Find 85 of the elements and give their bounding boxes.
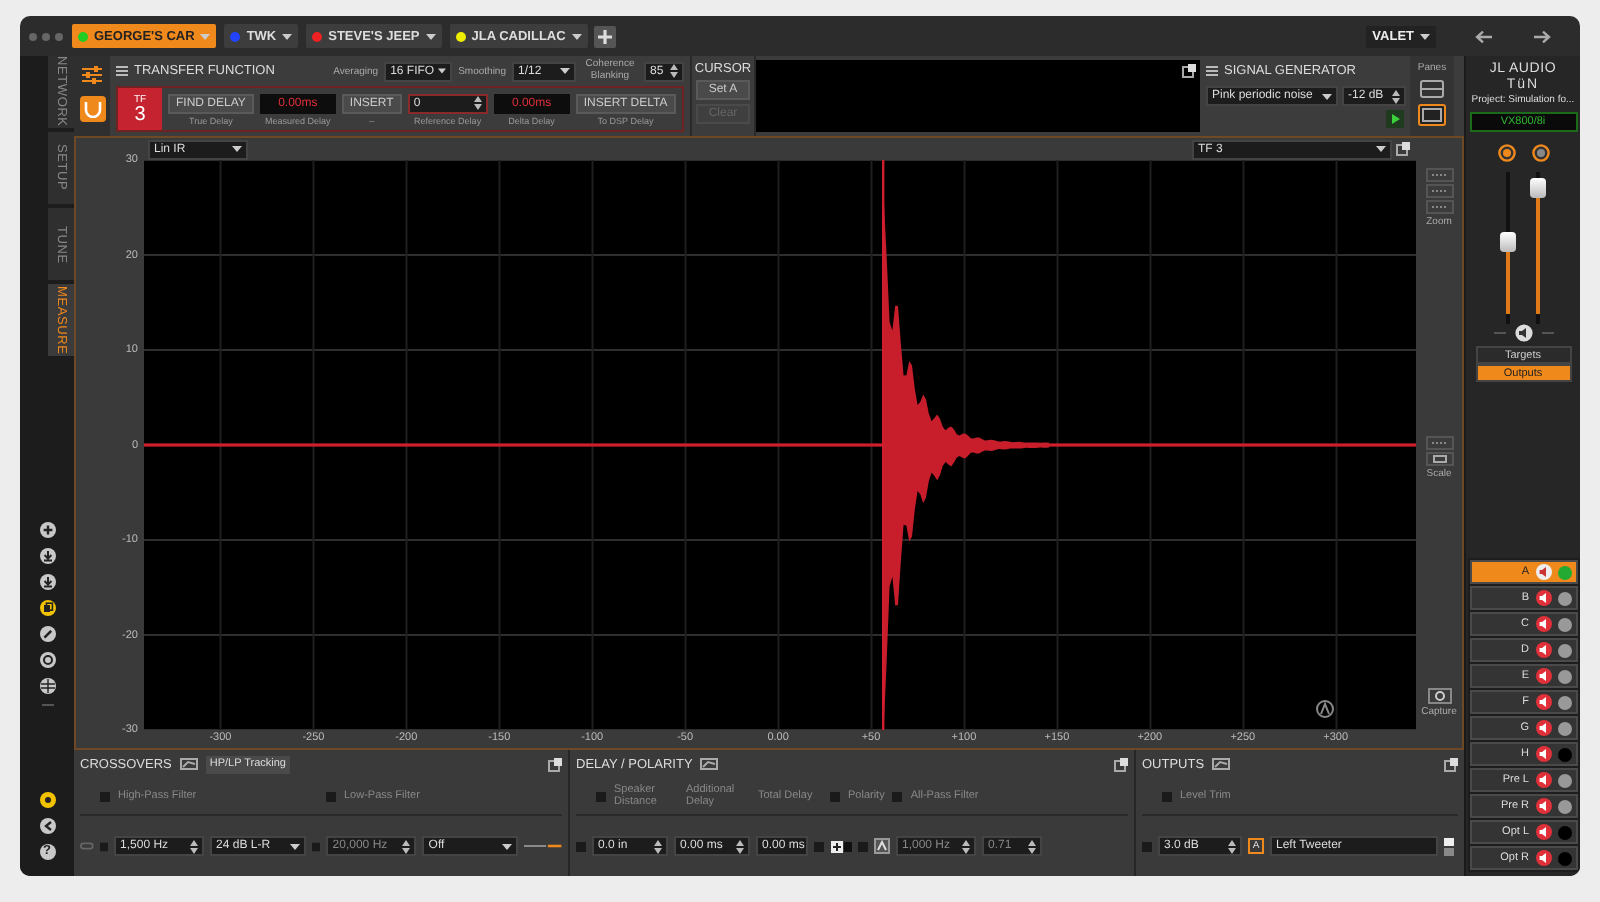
popout-icon[interactable] (1444, 757, 1458, 771)
redo-icon[interactable] (1532, 29, 1552, 43)
back-icon[interactable] (39, 818, 55, 834)
mute-icon[interactable] (1535, 668, 1551, 684)
copy-icon[interactable] (39, 600, 55, 616)
split-pane-icon[interactable] (1420, 80, 1444, 98)
spinner-arrows-icon[interactable] (962, 839, 970, 853)
undo-icon[interactable] (1474, 29, 1494, 43)
mute-icon[interactable] (1535, 590, 1551, 606)
popout-icon[interactable] (1182, 64, 1196, 78)
checkbox[interactable] (892, 791, 903, 801)
checkbox[interactable] (99, 841, 109, 851)
caret-icon (425, 33, 436, 39)
checkbox[interactable] (312, 841, 321, 851)
play-button[interactable] (1386, 110, 1404, 128)
graph-icon[interactable] (700, 758, 719, 770)
spinner-arrows-icon[interactable] (1228, 839, 1236, 853)
plus-icon (597, 29, 612, 43)
caret-icon (1420, 33, 1430, 39)
spinner-arrows-icon[interactable] (473, 96, 482, 110)
polarity-icon[interactable] (830, 839, 852, 853)
checkbox[interactable] (100, 791, 110, 801)
checkbox[interactable] (326, 791, 336, 801)
spinner-arrows-icon[interactable] (190, 839, 199, 853)
zoom-icon[interactable] (1425, 200, 1453, 214)
caret-icon (571, 33, 582, 39)
checkbox[interactable] (596, 791, 606, 801)
graph-icon[interactable] (1212, 758, 1231, 770)
download-icon[interactable] (39, 548, 55, 564)
mute-icon[interactable] (1535, 616, 1551, 632)
menu-icon[interactable] (1206, 66, 1218, 76)
caret-icon (438, 68, 447, 74)
checkbox[interactable] (830, 791, 840, 801)
fader-thumb[interactable] (1530, 178, 1546, 199)
caret-icon (232, 146, 242, 152)
menu-icon[interactable] (116, 66, 128, 76)
fader-thumb[interactable] (1500, 231, 1516, 252)
fader-track[interactable] (1530, 172, 1546, 324)
caret-icon (1322, 93, 1332, 99)
scale-icon[interactable] (1425, 451, 1453, 465)
graph-icon[interactable] (179, 758, 198, 770)
settings-icon[interactable] (39, 792, 55, 808)
checkbox[interactable] (576, 841, 586, 851)
mute-icon[interactable] (1535, 642, 1551, 658)
spinner-arrows-icon[interactable] (1392, 89, 1400, 103)
checkbox[interactable] (858, 841, 868, 851)
mute-icon[interactable] (1535, 798, 1551, 814)
mute-icon[interactable] (1535, 746, 1551, 762)
capture-camera-icon[interactable] (1427, 686, 1451, 704)
checkbox[interactable] (1162, 791, 1172, 801)
filter-curve-icon (524, 842, 562, 850)
speaker-icon[interactable] (1493, 324, 1553, 342)
checkbox[interactable] (814, 841, 824, 851)
mute-icon[interactable] (1535, 824, 1551, 840)
zoom-icon[interactable] (1425, 184, 1453, 198)
caret-icon (502, 843, 513, 849)
scale-icon[interactable] (1425, 435, 1453, 449)
popout-icon[interactable] (548, 757, 562, 771)
checkbox[interactable] (1142, 841, 1152, 851)
popout-icon[interactable] (1396, 142, 1410, 156)
caret-icon (282, 33, 293, 39)
spinner-arrows-icon[interactable] (402, 839, 411, 853)
mute-icon[interactable] (1535, 694, 1551, 710)
caret-icon (290, 843, 301, 849)
window-controls-icon[interactable] (28, 31, 64, 41)
edit-icon[interactable] (1444, 837, 1454, 855)
caret-icon (560, 68, 570, 74)
zoom-icon[interactable] (1425, 168, 1453, 182)
add-icon[interactable] (39, 522, 55, 538)
spinner-arrows-icon[interactable] (670, 64, 678, 78)
popout-icon[interactable] (1114, 757, 1128, 771)
download-icon[interactable] (39, 574, 55, 590)
add-tab-button[interactable] (593, 25, 616, 47)
spinner-arrows-icon[interactable] (736, 839, 744, 853)
mute-icon[interactable] (1535, 720, 1551, 736)
single-pane-icon[interactable] (1418, 104, 1446, 126)
mute-icon[interactable] (1535, 772, 1551, 788)
sliders-icon[interactable] (82, 66, 102, 84)
spinner-arrows-icon[interactable] (654, 839, 662, 853)
mute-icon[interactable] (1535, 850, 1551, 866)
spinner-arrows-icon[interactable] (1028, 839, 1036, 853)
caret-icon (200, 33, 211, 39)
badge-number: 3 (134, 105, 146, 125)
caret-icon (1376, 146, 1386, 152)
all-pass-icon[interactable] (874, 838, 890, 854)
